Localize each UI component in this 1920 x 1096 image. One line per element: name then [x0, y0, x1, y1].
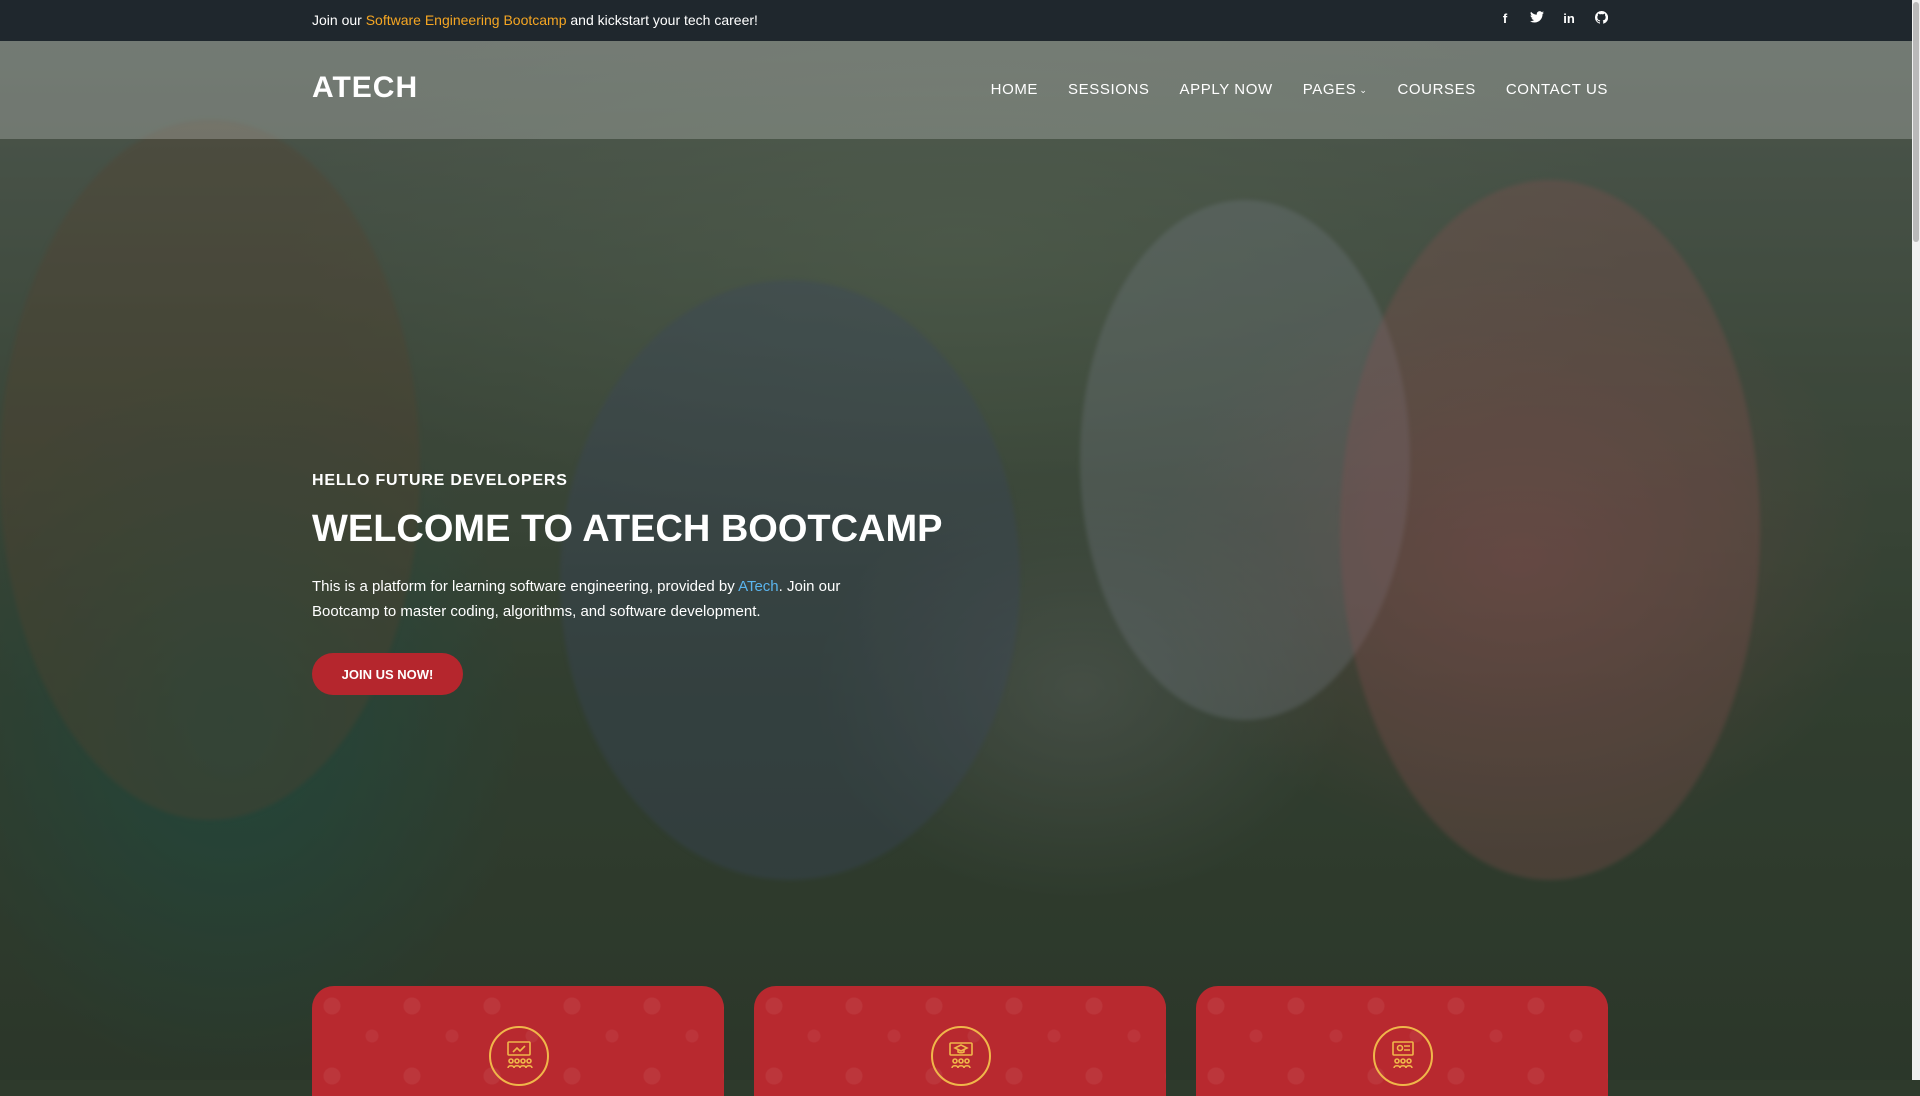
social-links: f in	[1498, 10, 1608, 27]
nav-item-apply-now[interactable]: APPLY NOW	[1180, 81, 1273, 98]
hero-description: This is a platform for learning software…	[312, 574, 892, 624]
facebook-icon[interactable]: f	[1498, 11, 1512, 27]
main-navbar: ATECH HOME SESSIONS APPLY NOW PAGES ⌄ COU…	[0, 41, 1920, 139]
announcement-text: Join our Software Engineering Bootcamp a…	[312, 12, 758, 28]
nav-item-pages-label: PAGES	[1302, 81, 1357, 98]
hero-eyebrow: HELLO FUTURE DEVELOPERS	[312, 472, 568, 489]
online-class-icon	[489, 1026, 549, 1086]
chevron-down-icon: ⌄	[1359, 85, 1368, 95]
nav-item-courses[interactable]: COURSES	[1397, 81, 1475, 98]
nav-item-sessions[interactable]: SESSIONS	[1068, 81, 1150, 98]
nav-item-pages[interactable]: PAGES ⌄	[1303, 81, 1368, 98]
hero-title: WELCOME TO ATECH BOOTCAMP	[312, 508, 943, 550]
scrollbar-thumb[interactable]	[1913, 2, 1919, 242]
hero-overlay	[0, 0, 1920, 1080]
atech-link[interactable]: ATech	[738, 578, 779, 595]
announcement-prefix: Join our	[312, 12, 366, 28]
nav-item-contact-us[interactable]: CONTACT US	[1506, 81, 1608, 98]
nav-menu: HOME SESSIONS APPLY NOW PAGES ⌄ COURSES C…	[991, 81, 1608, 98]
nav-item-home[interactable]: HOME	[991, 81, 1038, 98]
announcement-suffix: and kickstart your tech career!	[566, 12, 758, 28]
join-us-button[interactable]: JOIN US NOW!	[312, 653, 463, 695]
brand-logo[interactable]: ATECH	[312, 71, 418, 105]
hero-text-prefix: This is a platform for learning software…	[312, 578, 739, 595]
linkedin-icon[interactable]: in	[1562, 11, 1576, 27]
page-scrollbar[interactable]	[1912, 0, 1920, 1080]
github-icon[interactable]	[1594, 10, 1608, 27]
classroom-board-icon	[1373, 1026, 1433, 1086]
twitter-icon[interactable]	[1530, 11, 1544, 27]
graduation-presentation-icon	[931, 1026, 991, 1086]
top-announcement-bar: Join our Software Engineering Bootcamp a…	[0, 0, 1920, 41]
bootcamp-link[interactable]: Software Engineering Bootcamp	[366, 12, 567, 28]
